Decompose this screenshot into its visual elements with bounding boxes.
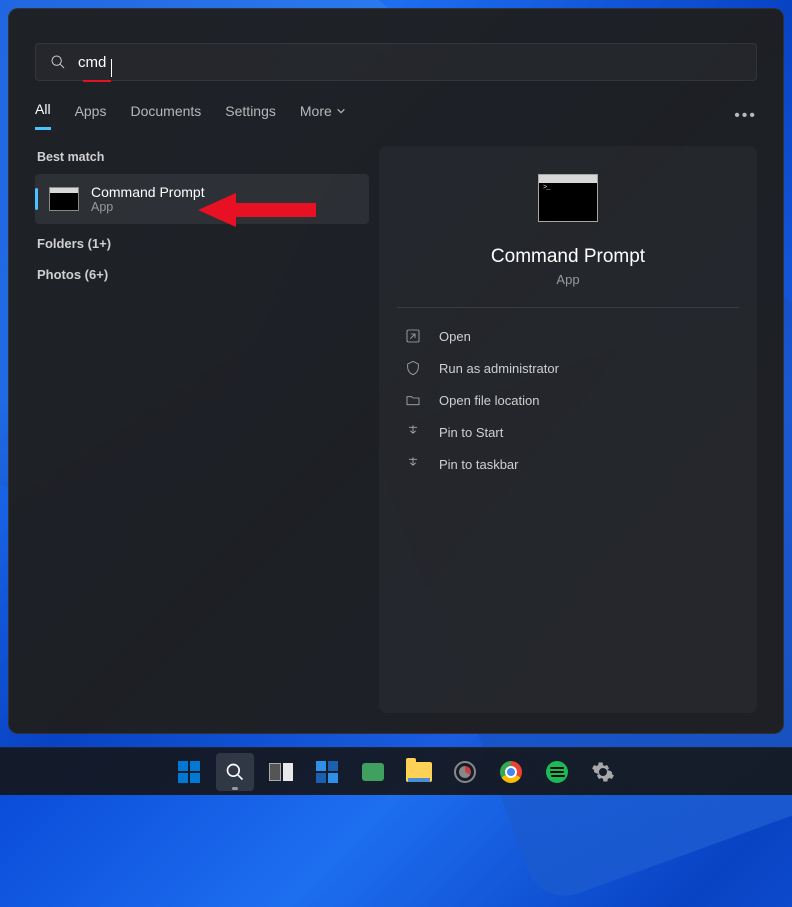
- result-text: Command Prompt App: [91, 184, 205, 214]
- overflow-menu-button[interactable]: •••: [734, 107, 757, 125]
- tab-documents-label: Documents: [130, 103, 201, 119]
- chrome-button[interactable]: [492, 753, 530, 791]
- results-column: Best match Command Prompt App Folders (1…: [35, 146, 369, 713]
- obs-button[interactable]: [446, 753, 484, 791]
- result-command-prompt[interactable]: Command Prompt App: [35, 174, 369, 224]
- action-open[interactable]: Open: [397, 320, 739, 352]
- action-pin-taskbar[interactable]: Pin to taskbar: [397, 448, 739, 480]
- shield-icon: [405, 360, 421, 376]
- search-icon: [225, 762, 245, 782]
- chevron-down-icon: [336, 106, 346, 116]
- tab-more-label: More: [300, 103, 332, 119]
- text-cursor: [111, 59, 112, 77]
- taskbar-search-button[interactable]: [216, 753, 254, 791]
- action-pin-taskbar-label: Pin to taskbar: [439, 457, 519, 472]
- chrome-icon: [500, 761, 522, 783]
- pin-icon: [405, 424, 421, 440]
- preview-title: Command Prompt: [491, 246, 645, 268]
- preview-subtitle: App: [556, 272, 579, 287]
- category-folders[interactable]: Folders (1+): [35, 224, 369, 255]
- action-pin-start[interactable]: Pin to Start: [397, 416, 739, 448]
- settings-button[interactable]: [584, 753, 622, 791]
- action-admin-label: Run as administrator: [439, 361, 559, 376]
- category-photos[interactable]: Photos (6+): [35, 255, 369, 286]
- file-explorer-icon: [406, 762, 432, 782]
- chat-button[interactable]: [354, 753, 392, 791]
- spellcheck-underline: [83, 80, 111, 82]
- divider: [397, 307, 739, 308]
- file-explorer-button[interactable]: [400, 753, 438, 791]
- pin-icon: [405, 456, 421, 472]
- tab-settings-label: Settings: [225, 103, 276, 119]
- search-bar[interactable]: [35, 43, 757, 81]
- tab-all[interactable]: All: [35, 101, 51, 130]
- chat-icon: [362, 763, 384, 781]
- start-search-panel: All Apps Documents Settings More ••• Bes…: [8, 8, 784, 734]
- spotify-icon: [546, 761, 568, 783]
- windows-logo-icon: [178, 761, 200, 783]
- action-open-location[interactable]: Open file location: [397, 384, 739, 416]
- result-title: Command Prompt: [91, 184, 205, 200]
- best-match-heading: Best match: [35, 146, 369, 174]
- result-subtitle: App: [91, 200, 205, 214]
- search-icon: [50, 54, 66, 70]
- folder-icon: [405, 392, 421, 408]
- open-icon: [405, 328, 421, 344]
- taskbar: [0, 747, 792, 795]
- search-input[interactable]: [78, 54, 742, 71]
- widgets-button[interactable]: [308, 753, 346, 791]
- widgets-icon: [316, 761, 338, 783]
- task-view-button[interactable]: [262, 753, 300, 791]
- command-prompt-icon: [49, 187, 79, 211]
- tab-settings[interactable]: Settings: [225, 103, 276, 129]
- action-pin-start-label: Pin to Start: [439, 425, 503, 440]
- tab-documents[interactable]: Documents: [130, 103, 201, 129]
- obs-icon: [454, 761, 476, 783]
- gear-icon: [591, 760, 615, 784]
- tab-apps[interactable]: Apps: [75, 103, 107, 129]
- task-view-icon: [269, 763, 293, 781]
- start-button[interactable]: [170, 753, 208, 791]
- tab-more[interactable]: More: [300, 103, 346, 129]
- preview-app-icon: [538, 174, 598, 222]
- tabs-row: All Apps Documents Settings More •••: [9, 81, 783, 130]
- action-run-admin[interactable]: Run as administrator: [397, 352, 739, 384]
- action-location-label: Open file location: [439, 393, 539, 408]
- action-open-label: Open: [439, 329, 471, 344]
- tab-apps-label: Apps: [75, 103, 107, 119]
- spotify-button[interactable]: [538, 753, 576, 791]
- preview-panel: Command Prompt App Open Run as administr…: [379, 146, 757, 713]
- tab-all-label: All: [35, 101, 51, 117]
